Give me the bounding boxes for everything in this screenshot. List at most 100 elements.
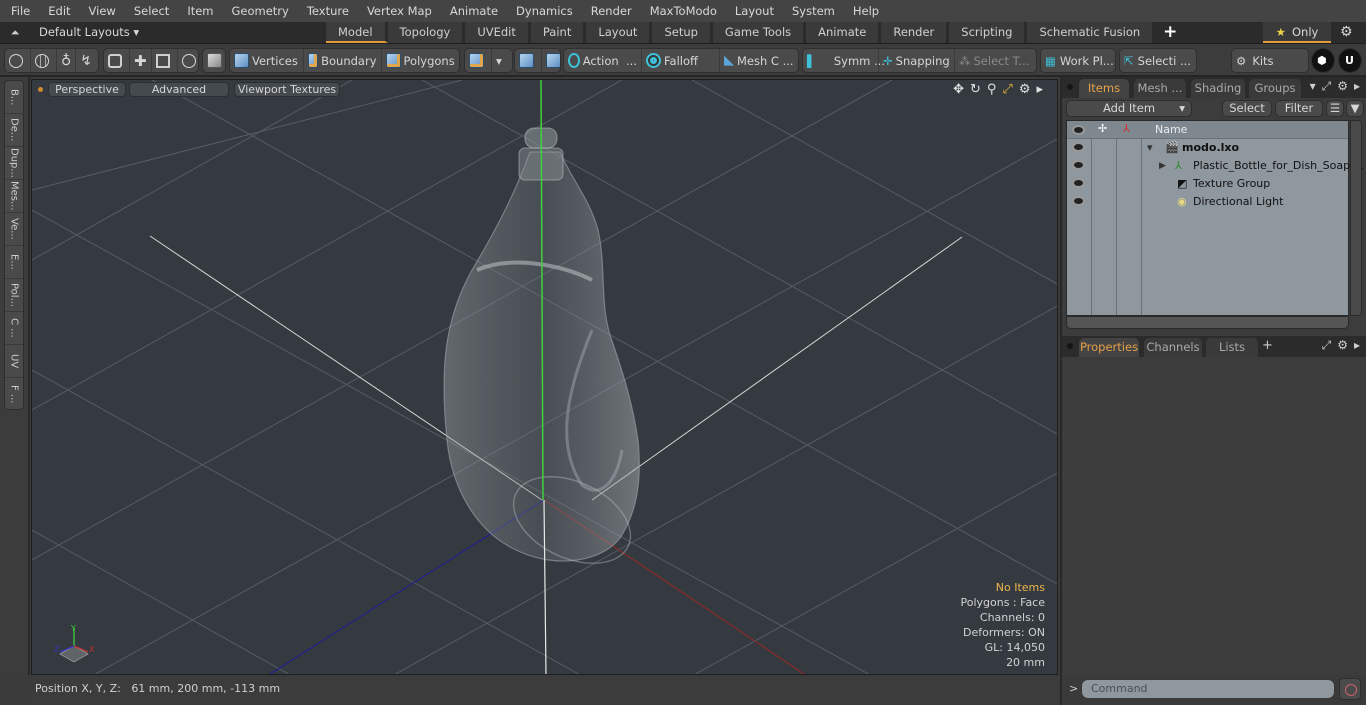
menu-select[interactable]: Select bbox=[123, 0, 176, 22]
tab-paint[interactable]: Paint bbox=[530, 22, 587, 43]
tab-groups[interactable]: Groups bbox=[1249, 79, 1301, 98]
visibility-eye-icon[interactable] bbox=[1072, 178, 1085, 188]
list-options-button[interactable]: ☰ bbox=[1326, 100, 1344, 117]
tool-square-button[interactable] bbox=[152, 49, 178, 72]
vtab-vertex[interactable]: Ve... bbox=[5, 213, 23, 246]
perspective-button[interactable]: Perspective bbox=[48, 82, 126, 97]
vtab-curve[interactable]: C ... bbox=[5, 312, 23, 345]
menu-texture[interactable]: Texture bbox=[296, 0, 356, 22]
tabs-dropdown-icon[interactable]: ▾ bbox=[1310, 79, 1316, 94]
tab-setup[interactable]: Setup bbox=[652, 22, 713, 43]
panel-expand-icon[interactable]: ⤢ bbox=[1322, 338, 1332, 353]
menu-item[interactable]: Item bbox=[176, 0, 220, 22]
tab-items[interactable]: Items bbox=[1079, 79, 1129, 98]
filter-funnel-button[interactable]: ▼ bbox=[1346, 100, 1364, 117]
menu-vertex-map[interactable]: Vertex Map bbox=[356, 0, 439, 22]
tab-scripting[interactable]: Scripting bbox=[949, 22, 1028, 43]
select-through-button[interactable]: ⁂ Select T... bbox=[955, 49, 1035, 72]
tool-cross-button[interactable]: ✚ bbox=[130, 49, 152, 72]
rotate-icon[interactable]: ↻ bbox=[970, 82, 981, 97]
tool-dial-button[interactable] bbox=[178, 49, 198, 72]
panel-menu-dot[interactable] bbox=[1067, 343, 1073, 349]
tab-schematic-fusion[interactable]: Schematic Fusion bbox=[1027, 22, 1156, 43]
tab-layout[interactable]: Layout bbox=[586, 22, 653, 43]
tab-animate[interactable]: Animate bbox=[806, 22, 882, 43]
vtab-mesh-edit[interactable]: Mes... bbox=[5, 180, 23, 213]
filter-button[interactable]: Filter bbox=[1275, 100, 1323, 117]
menu-help[interactable]: Help bbox=[842, 0, 886, 22]
polygons-mode-button[interactable]: Polygons bbox=[382, 49, 459, 72]
select-button[interactable]: Select bbox=[1222, 100, 1272, 117]
add-tab-button[interactable]: + bbox=[1155, 22, 1185, 44]
material-mode-button[interactable] bbox=[465, 49, 492, 72]
tree-horizontal-scrollbar[interactable] bbox=[1066, 316, 1349, 329]
menu-dynamics[interactable]: Dynamics bbox=[505, 0, 580, 22]
command-input[interactable]: Command bbox=[1082, 680, 1334, 698]
layout-selector[interactable]: Default Layouts ▾ bbox=[39, 25, 139, 39]
add-item-button[interactable]: Add Item ▾ bbox=[1066, 100, 1192, 117]
snapping-button[interactable]: ✛ Snapping bbox=[879, 49, 955, 72]
viewport-menu-dot[interactable] bbox=[38, 87, 43, 92]
tree-row-texture-group[interactable]: ◩ Texture Group bbox=[1067, 175, 1348, 193]
mesh-constraint-button[interactable]: ◣ Mesh C ... bbox=[720, 49, 798, 72]
panel-gear-icon[interactable]: ⚙ bbox=[1337, 338, 1348, 353]
tab-uvedit[interactable]: UVEdit bbox=[465, 22, 531, 43]
panel-arrow-icon[interactable]: ▸ bbox=[1354, 338, 1360, 353]
panel-gear-icon[interactable]: ⚙ bbox=[1337, 79, 1348, 94]
vtab-fusion[interactable]: F ... bbox=[5, 378, 23, 411]
vtab-uv[interactable]: UV bbox=[5, 345, 23, 378]
boundary-mode-button[interactable]: Boundary bbox=[304, 49, 382, 72]
tab-model[interactable]: Model bbox=[326, 22, 388, 43]
zoom-icon[interactable]: ⚲ bbox=[987, 82, 997, 97]
vtab-duplicate[interactable]: Dup... bbox=[5, 147, 23, 180]
tree-row-mesh[interactable]: ▶ ⅄ Plastic_Bottle_for_Dish_Soap ... bbox=[1067, 157, 1364, 175]
tab-render[interactable]: Render bbox=[881, 22, 950, 43]
lock-icon[interactable]: ✢ bbox=[1098, 122, 1107, 135]
tab-topology[interactable]: Topology bbox=[387, 22, 466, 43]
record-macro-button[interactable] bbox=[1339, 678, 1361, 700]
menu-view[interactable]: View bbox=[78, 0, 123, 22]
select-globe-button[interactable] bbox=[31, 49, 57, 72]
vtab-polygon[interactable]: Pol... bbox=[5, 279, 23, 312]
menu-geometry[interactable]: Geometry bbox=[221, 0, 296, 22]
tree-row-light[interactable]: ◉ Directional Light bbox=[1067, 193, 1348, 211]
collapse-up-icon[interactable]: ⏶ bbox=[8, 26, 22, 40]
viewport-gear-icon[interactable]: ⚙ bbox=[1019, 82, 1031, 97]
vtab-basic[interactable]: B... bbox=[5, 81, 23, 114]
visibility-eye-icon[interactable] bbox=[1072, 142, 1085, 152]
tree-vertical-scrollbar[interactable] bbox=[1350, 120, 1362, 316]
maximize-icon[interactable]: ⤢ bbox=[1002, 82, 1012, 97]
expand-triangle-icon[interactable]: ▶ bbox=[1159, 157, 1166, 175]
center-local-button[interactable] bbox=[542, 49, 560, 72]
collapse-triangle-icon[interactable]: ▾ bbox=[1147, 139, 1153, 157]
menu-render[interactable]: Render bbox=[580, 0, 639, 22]
tab-properties[interactable]: Properties bbox=[1079, 338, 1139, 357]
menu-file[interactable]: File bbox=[0, 0, 37, 22]
menu-edit[interactable]: Edit bbox=[37, 0, 77, 22]
selection-sets-button[interactable]: ⇱ Selecti ... bbox=[1120, 49, 1195, 72]
center-select-button[interactable] bbox=[515, 49, 542, 72]
tab-mesh[interactable]: Mesh ... bbox=[1134, 79, 1186, 98]
work-plane-button[interactable]: ▦ Work Pl... bbox=[1041, 49, 1115, 72]
3d-viewport[interactable]: Y X Z Perspective Advanced Viewport Text… bbox=[31, 79, 1058, 675]
menu-layout[interactable]: Layout bbox=[724, 0, 781, 22]
axis-type-icon[interactable]: ⅄ bbox=[1123, 122, 1130, 135]
symmetry-button[interactable]: ▌ Symm ... bbox=[803, 49, 885, 72]
visibility-eye-icon[interactable] bbox=[1072, 196, 1085, 206]
column-name-header[interactable]: Name bbox=[1155, 123, 1187, 136]
kits-button[interactable]: ⚙ Kits bbox=[1232, 49, 1278, 72]
tab-shading[interactable]: Shading bbox=[1191, 79, 1245, 98]
panel-menu-dot[interactable] bbox=[1067, 84, 1073, 90]
visibility-eye-icon[interactable] bbox=[1072, 160, 1085, 170]
expand-arrow-icon[interactable]: ▸ bbox=[1036, 82, 1043, 97]
unity-button[interactable]: ⬢ bbox=[1311, 48, 1335, 73]
select-circle-button[interactable] bbox=[5, 49, 31, 72]
path-select-button[interactable]: ↯ bbox=[76, 49, 96, 72]
only-toggle[interactable]: ★ Only bbox=[1263, 22, 1331, 43]
visibility-eye-icon[interactable] bbox=[1072, 125, 1085, 135]
tab-lists[interactable]: Lists bbox=[1206, 338, 1258, 357]
tool-stack-button[interactable] bbox=[104, 49, 130, 72]
vertices-mode-button[interactable]: Vertices bbox=[230, 49, 304, 72]
advanced-shading-button[interactable]: Advanced bbox=[129, 82, 229, 97]
vtab-edge[interactable]: E... bbox=[5, 246, 23, 279]
